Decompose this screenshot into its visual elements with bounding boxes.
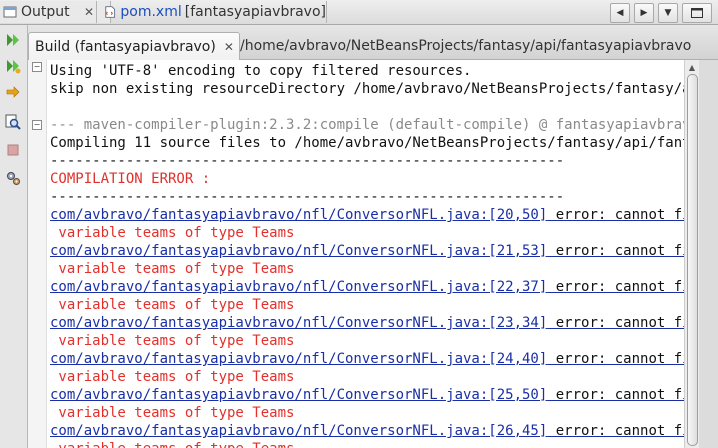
error-message: error: cannot find symbol bbox=[555, 279, 684, 295]
error-link-line[interactable]: com/avbravo/fantasyapiavbravo/nfl/Conver… bbox=[50, 422, 684, 440]
error-link-line[interactable]: com/avbravo/fantasyapiavbravo/nfl/Conver… bbox=[50, 350, 684, 368]
maximize-icon[interactable] bbox=[682, 3, 712, 23]
tab-output-label: Output bbox=[21, 4, 70, 20]
console-line: --- maven-compiler-plugin:2.3.2:compile … bbox=[50, 117, 684, 133]
rerun-icon[interactable] bbox=[4, 31, 22, 49]
xml-file-icon bbox=[105, 6, 116, 18]
error-file-link[interactable]: com/avbravo/fantasyapiavbravo/nfl/Conver… bbox=[50, 207, 547, 223]
settings-icon[interactable] bbox=[4, 169, 22, 187]
tab-build-label: Build (fantasyapiavbravo) bbox=[35, 38, 216, 55]
error-line: variable teams of type Teams bbox=[50, 369, 295, 385]
tab-pom-name: pom.xml bbox=[120, 4, 182, 20]
vertical-scrollbar[interactable]: ▲ bbox=[684, 60, 699, 448]
error-file-link[interactable]: com/avbravo/fantasyapiavbravo/nfl/Conver… bbox=[50, 243, 547, 259]
error-file-link[interactable]: com/avbravo/fantasyapiavbravo/nfl/Conver… bbox=[50, 423, 547, 439]
tab-build-output[interactable]: Build (fantasyapiavbravo) ✕ bbox=[28, 32, 240, 60]
error-line: variable teams of type Teams bbox=[50, 333, 295, 349]
step-icon[interactable] bbox=[4, 83, 22, 101]
error-link-line[interactable]: com/avbravo/fantasyapiavbravo/nfl/Conver… bbox=[50, 278, 684, 296]
error-message: error: cannot find symbol bbox=[555, 243, 684, 259]
scroll-up-icon[interactable]: ▲ bbox=[686, 62, 698, 72]
tab-pom-detail: [fantasyapiavbravo] bbox=[184, 4, 326, 20]
error-link-line[interactable]: com/avbravo/fantasyapiavbravo/nfl/Conver… bbox=[50, 386, 684, 404]
console-lines: Using 'UTF-8' encoding to copy filtered … bbox=[50, 62, 684, 448]
error-link-line[interactable]: com/avbravo/fantasyapiavbravo/nfl/Conver… bbox=[50, 242, 684, 260]
fold-collapse-icon[interactable]: − bbox=[32, 62, 42, 72]
arrow-right-icon[interactable]: ▶ bbox=[634, 3, 654, 23]
tab-path-label: /home/avbravo/NetBeansProjects/fantasy/a… bbox=[240, 37, 692, 54]
close-icon[interactable]: ✕ bbox=[224, 40, 234, 54]
console-line: ----------------------------------------… bbox=[50, 189, 565, 205]
console-output[interactable]: − − Using 'UTF-8' encoding to copy filte… bbox=[28, 60, 684, 448]
error-line: COMPILATION ERROR : bbox=[50, 171, 211, 187]
scrollbar-thumb[interactable] bbox=[687, 74, 698, 446]
console-line: skip non existing resourceDirectory /hom… bbox=[50, 81, 684, 97]
tab-pom-xml[interactable]: pom.xml [fantasyapiavbravo] bbox=[96, 1, 327, 23]
fold-gutter: − − bbox=[28, 60, 47, 448]
console-line: Compiling 11 source files to /home/avbra… bbox=[50, 135, 684, 151]
error-line: variable teams of type Teams bbox=[50, 405, 295, 421]
output-window-icon bbox=[3, 6, 17, 18]
error-line: variable teams of type Teams bbox=[50, 440, 684, 448]
output-tabs-bar: Build (fantasyapiavbravo) ✕ /home/avbrav… bbox=[28, 25, 718, 60]
console-line: Using 'UTF-8' encoding to copy filtered … bbox=[50, 63, 472, 79]
error-link-line[interactable]: com/avbravo/fantasyapiavbravo/nfl/Conver… bbox=[50, 314, 684, 332]
tab-output[interactable]: Output ✕ bbox=[0, 1, 111, 23]
error-message: error: cannot find symbol bbox=[555, 387, 684, 403]
window-tab-bar: Output ✕ pom.xml [fantasyapiavbravo] ◀ ▶… bbox=[0, 0, 718, 25]
console-line: ----------------------------------------… bbox=[50, 153, 565, 169]
output-toolbar bbox=[0, 25, 28, 448]
error-line: variable teams of type Teams bbox=[50, 297, 295, 313]
close-icon[interactable]: ✕ bbox=[84, 5, 94, 19]
error-line: variable teams of type Teams bbox=[50, 225, 295, 241]
find-icon[interactable] bbox=[4, 113, 22, 131]
error-message: error: cannot find symbol bbox=[555, 207, 684, 223]
arrow-left-icon[interactable]: ◀ bbox=[610, 3, 630, 23]
error-file-link[interactable]: com/avbravo/fantasyapiavbravo/nfl/Conver… bbox=[50, 351, 547, 367]
tab-project-path[interactable]: /home/avbravo/NetBeansProjects/fantasy/a… bbox=[238, 32, 710, 59]
error-message: error: cannot find symbol bbox=[555, 351, 684, 367]
error-message: error: cannot find symbol bbox=[555, 423, 684, 439]
error-file-link[interactable]: com/avbravo/fantasyapiavbravo/nfl/Conver… bbox=[50, 315, 547, 331]
side-strip bbox=[699, 60, 718, 448]
chevron-down-icon[interactable]: ▼ bbox=[658, 3, 678, 23]
error-link-line[interactable]: com/avbravo/fantasyapiavbravo/nfl/Conver… bbox=[50, 206, 684, 224]
error-message: error: cannot find symbol bbox=[555, 315, 684, 331]
error-file-link[interactable]: com/avbravo/fantasyapiavbravo/nfl/Conver… bbox=[50, 387, 547, 403]
rerun-goals-icon[interactable] bbox=[4, 57, 22, 75]
error-line: variable teams of type Teams bbox=[50, 261, 295, 277]
stop-icon[interactable] bbox=[4, 141, 22, 159]
fold-collapse-icon[interactable]: − bbox=[32, 120, 42, 130]
error-file-link[interactable]: com/avbravo/fantasyapiavbravo/nfl/Conver… bbox=[50, 279, 547, 295]
